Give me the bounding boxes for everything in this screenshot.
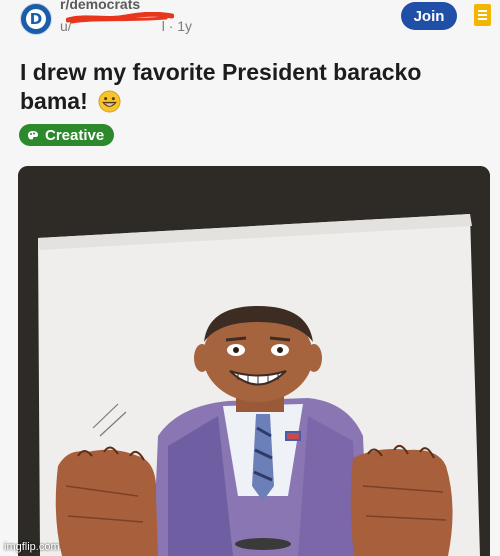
join-button[interactable]: Join xyxy=(401,2,457,30)
post-title[interactable]: I drew my favorite President baracko bam… xyxy=(20,58,480,116)
menu-icon[interactable] xyxy=(474,4,491,26)
subreddit-avatar[interactable]: D xyxy=(20,3,52,35)
grinning-face-icon xyxy=(98,90,121,113)
subreddit-name[interactable]: r/democrats xyxy=(60,0,140,12)
drawing-image xyxy=(18,166,490,556)
palette-icon xyxy=(28,131,38,140)
flair-label: Creative xyxy=(45,126,105,144)
subreddit-avatar-letter: D xyxy=(26,9,46,29)
watermark-text: imgflip.com xyxy=(4,541,60,553)
post-header: D r/democrats u/l · 1y Join xyxy=(0,0,500,44)
post-image[interactable] xyxy=(18,166,490,556)
redaction-scribble xyxy=(66,12,174,24)
flair-badge[interactable]: Creative xyxy=(19,124,115,146)
post-title-text: I drew my favorite President baracko bam… xyxy=(20,59,422,114)
